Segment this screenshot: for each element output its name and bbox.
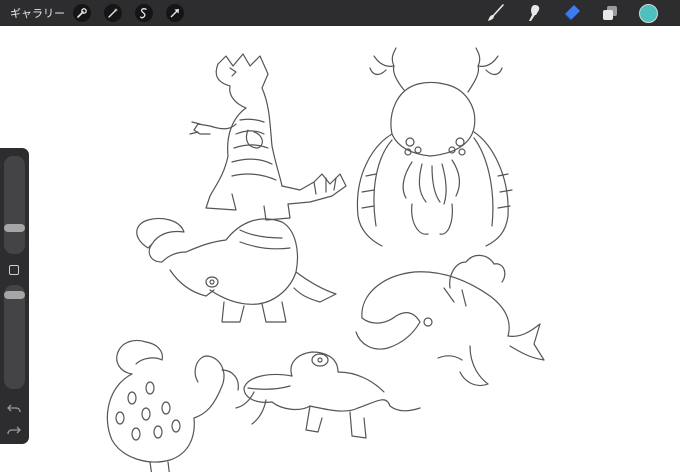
smudge-button[interactable] bbox=[524, 3, 544, 23]
transform-button[interactable] bbox=[166, 4, 184, 22]
sketch-bird-plant bbox=[106, 339, 239, 472]
left-sidebar bbox=[0, 148, 29, 444]
gallery-button[interactable]: ギャラリー bbox=[10, 5, 65, 21]
top-toolbar: ギャラリー bbox=[0, 0, 680, 26]
sketch-kaiju bbox=[189, 53, 347, 221]
wrench-icon bbox=[77, 8, 87, 18]
magic-wand-icon bbox=[108, 8, 118, 18]
sketch-beetle-beast bbox=[136, 217, 337, 323]
redo-icon[interactable] bbox=[7, 424, 21, 436]
current-color-swatch bbox=[638, 3, 658, 23]
opacity-handle[interactable] bbox=[4, 291, 25, 299]
layers-button[interactable] bbox=[600, 3, 620, 23]
smudge-icon bbox=[529, 5, 540, 21]
undo-icon[interactable] bbox=[7, 402, 21, 414]
brush-button[interactable] bbox=[486, 3, 506, 23]
selection-button[interactable] bbox=[135, 4, 153, 22]
eraser-fill bbox=[565, 5, 580, 20]
brush-size-handle[interactable] bbox=[4, 224, 25, 232]
sketch-frog-dog bbox=[235, 351, 421, 439]
drawing-canvas[interactable] bbox=[0, 26, 680, 472]
layers-icon bbox=[603, 6, 617, 20]
adjustments-button[interactable] bbox=[104, 4, 122, 22]
eraser-icon bbox=[564, 5, 580, 21]
actions-button[interactable] bbox=[73, 4, 91, 22]
brush-size-slider[interactable] bbox=[4, 156, 25, 254]
eraser-button[interactable] bbox=[562, 3, 582, 23]
color-button[interactable] bbox=[638, 3, 658, 23]
transform-icon bbox=[170, 9, 179, 18]
sketch-whale-fish bbox=[355, 254, 545, 387]
sketch-squid bbox=[356, 47, 513, 247]
modify-button[interactable] bbox=[9, 265, 19, 275]
selection-icon bbox=[140, 8, 147, 19]
brush-icon bbox=[488, 4, 504, 21]
opacity-slider[interactable] bbox=[4, 285, 25, 389]
